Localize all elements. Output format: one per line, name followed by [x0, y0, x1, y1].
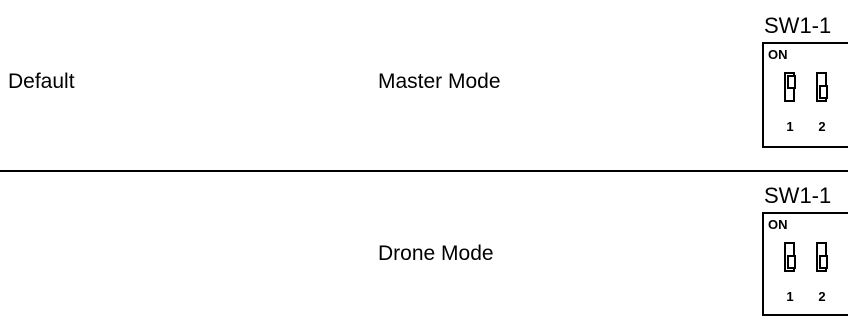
mode-row-master: Default Master Mode SW1-1 ON 1 2: [0, 0, 848, 170]
dip-switch: ON 1 2: [762, 42, 848, 148]
position-number: 1: [786, 289, 794, 304]
mode-label: Master Mode: [378, 70, 501, 93]
toggle-knob: [787, 255, 796, 269]
position-number: 2: [818, 119, 826, 134]
toggle-knob: [819, 255, 828, 269]
dip-switch: ON 1 2: [762, 212, 848, 316]
position-number: 2: [818, 289, 826, 304]
toggle-knob: [787, 75, 796, 89]
mode-row-drone: Drone Mode SW1-1 ON 1 2: [0, 170, 848, 336]
switch-title: SW1-1: [764, 13, 832, 38]
dip-toggle-2: [816, 242, 828, 272]
dip-toggle-1: [784, 72, 796, 102]
position-number: 1: [786, 119, 794, 134]
on-label: ON: [768, 217, 788, 232]
switch-title: SW1-1: [764, 183, 832, 208]
dip-toggle-2: [816, 72, 828, 102]
dip-toggle-1: [784, 242, 796, 272]
mode-label: Drone Mode: [378, 242, 494, 265]
toggle-knob: [819, 85, 828, 99]
on-label: ON: [768, 47, 788, 62]
setting-label: Default: [8, 70, 75, 93]
